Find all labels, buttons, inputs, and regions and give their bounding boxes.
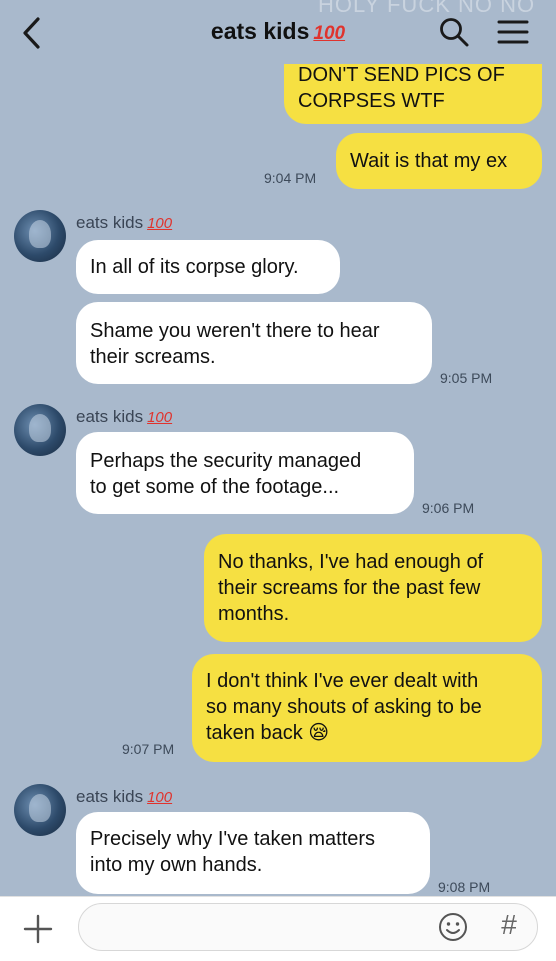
- sender-name: eats kids 100: [76, 787, 172, 807]
- hundred-points-emoji: 100: [147, 789, 173, 806]
- sender-name: eats kids 100: [76, 213, 172, 233]
- message-time: 9:08 PM: [438, 879, 491, 895]
- chat-title: eats kids 100: [0, 18, 556, 45]
- avatar[interactable]: [14, 210, 66, 262]
- sender-name-text: eats kids: [76, 407, 144, 426]
- hamburger-menu-icon: [497, 20, 529, 44]
- chat-title-text: eats kids: [210, 18, 310, 44]
- outgoing-message-bubble[interactable]: Wait is that my ex: [336, 133, 542, 189]
- chat-header: HOLY FUCK NO NO eats kids 100: [0, 0, 556, 64]
- smiley-icon: [439, 913, 467, 941]
- outgoing-message-bubble[interactable]: No thanks, I've had enough of their scre…: [204, 534, 542, 642]
- search-icon: [440, 18, 469, 47]
- sender-name-text: eats kids: [76, 787, 144, 806]
- attach-button[interactable]: [22, 913, 54, 945]
- message-composer: #: [0, 896, 556, 961]
- incoming-message-bubble[interactable]: Perhaps the security managed to get some…: [76, 432, 414, 514]
- hundred-points-emoji: 100: [147, 215, 173, 232]
- message-input[interactable]: [78, 903, 538, 951]
- outgoing-message-bubble[interactable]: I don't think I've ever dealt with so ma…: [192, 654, 542, 762]
- hundred-points-emoji: 100: [147, 409, 173, 426]
- message-time: 9:05 PM: [440, 370, 493, 386]
- search-button[interactable]: [438, 16, 470, 48]
- emoji-button[interactable]: [437, 911, 469, 943]
- plus-icon: [23, 914, 53, 944]
- avatar[interactable]: [14, 404, 66, 456]
- avatar[interactable]: [14, 784, 66, 836]
- chat-area[interactable]: DON'T SEND PICS OF CORPSES WTF Wait is t…: [0, 0, 556, 896]
- message-time: 9:06 PM: [422, 500, 475, 516]
- sender-name-text: eats kids: [76, 213, 144, 232]
- menu-button[interactable]: [496, 17, 530, 47]
- incoming-message-bubble[interactable]: Precisely why I've taken matters into my…: [76, 812, 430, 894]
- sender-name: eats kids 100: [76, 407, 172, 427]
- hundred-points-emoji: 100: [313, 23, 346, 44]
- incoming-message-bubble[interactable]: In all of its corpse glory.: [76, 240, 340, 294]
- message-time: 9:07 PM: [122, 741, 175, 757]
- background-overlay-text: HOLY FUCK NO NO: [318, 0, 536, 17]
- message-time: 9:04 PM: [264, 170, 317, 186]
- incoming-message-bubble[interactable]: Shame you weren't there to hear their sc…: [76, 302, 432, 384]
- hashtag-button[interactable]: #: [495, 907, 523, 943]
